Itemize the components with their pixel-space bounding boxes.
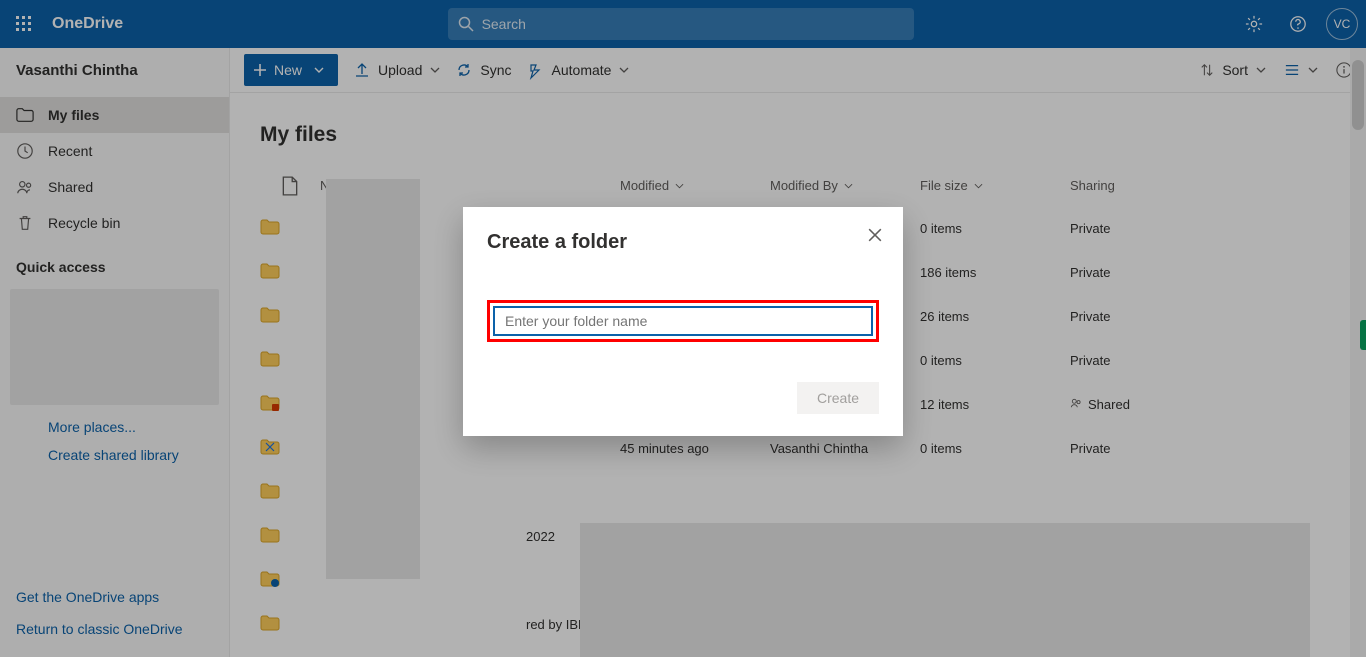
- dialog-close-button[interactable]: [861, 221, 889, 249]
- folder-name-input[interactable]: [493, 306, 873, 336]
- close-icon: [868, 228, 882, 242]
- create-button[interactable]: Create: [797, 382, 879, 414]
- create-folder-dialog: Create a folder Create: [463, 207, 903, 436]
- folder-name-field-highlight: [487, 300, 879, 342]
- dialog-title: Create a folder: [487, 231, 879, 254]
